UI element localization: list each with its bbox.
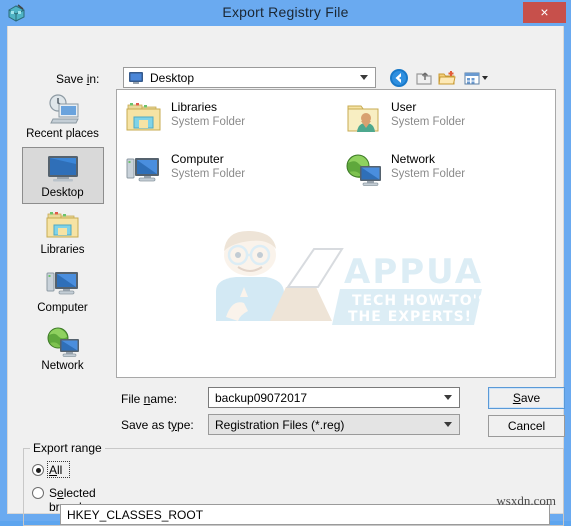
file-name: Libraries <box>171 100 218 114</box>
cancel-button[interactable]: Cancel <box>488 415 565 437</box>
file-type: System Folder <box>391 168 466 180</box>
save-in-value: Desktop <box>150 71 195 85</box>
views-icon[interactable] <box>463 68 491 88</box>
back-icon[interactable] <box>389 68 409 88</box>
up-one-level-icon[interactable] <box>414 68 434 88</box>
place-item-network[interactable]: Network <box>22 321 104 378</box>
save-in-label: Save in: <box>56 72 100 86</box>
file-name: User <box>391 100 417 114</box>
computer-icon <box>125 152 163 188</box>
places-bar: Recent places Desktop Libraries Computer… <box>16 89 109 378</box>
libraries-folder-icon <box>125 100 163 136</box>
chevron-down-icon <box>360 75 368 80</box>
file-list[interactable]: APPUALS TECH HOW-TO'S FROM THE EXPERTS! <box>116 89 556 378</box>
title-bar: Export Registry File × <box>0 0 571 26</box>
place-item-desktop[interactable]: Desktop <box>21 147 104 204</box>
appuals-watermark: APPUALS TECH HOW-TO'S FROM THE EXPERTS! <box>192 225 544 330</box>
libraries-icon <box>22 208 104 244</box>
save-button[interactable]: Save <box>488 387 565 409</box>
chevron-down-icon[interactable] <box>444 422 452 427</box>
save-as-type-label: Save as type: <box>121 418 194 432</box>
file-item[interactable]: Computer System Folder <box>121 148 326 193</box>
place-label: Desktop <box>41 187 84 199</box>
recent-places-icon <box>22 92 104 128</box>
file-item[interactable]: User System Folder <box>341 96 546 141</box>
dialog-client-area: Save in: Desktop Recent places Desktop L… <box>7 26 565 526</box>
file-item[interactable]: Network System Folder <box>341 148 546 193</box>
file-type: System Folder <box>391 116 466 128</box>
file-type: System Folder <box>171 168 246 180</box>
place-label: Libraries <box>40 244 85 256</box>
selected-branch-value: HKEY_CLASSES_ROOT <box>67 508 204 522</box>
file-name-label: File name: <box>121 392 178 406</box>
export-registry-file-dialog: Export Registry File × Save in: Desktop <box>0 0 571 526</box>
save-as-type-combobox[interactable]: Registration Files (*.reg) <box>208 414 460 435</box>
place-item-recent-places[interactable]: Recent places <box>22 89 104 146</box>
desktop-icon <box>129 72 143 84</box>
place-item-libraries[interactable]: Libraries <box>22 205 104 262</box>
network-icon <box>345 152 383 188</box>
selected-branch-input[interactable]: HKEY_CLASSES_ROOT <box>60 504 550 525</box>
radio-button-icon <box>32 464 44 476</box>
svg-text:APPUALS: APPUALS <box>344 252 482 292</box>
focus-indicator <box>47 461 70 478</box>
window-title: Export Registry File <box>222 4 349 20</box>
file-item[interactable]: Libraries System Folder <box>121 96 326 141</box>
network-icon <box>22 324 104 360</box>
place-label: Recent places <box>26 128 99 140</box>
file-name-input[interactable]: backup09072017 <box>208 387 460 408</box>
new-folder-icon[interactable] <box>437 68 457 88</box>
computer-icon <box>22 266 104 302</box>
close-button[interactable]: × <box>523 2 566 23</box>
file-name-value: backup09072017 <box>215 391 308 405</box>
chevron-down-icon[interactable] <box>444 395 452 400</box>
place-item-computer[interactable]: Computer <box>22 263 104 320</box>
export-range-title: Export range <box>30 441 105 455</box>
svg-text:THE EXPERTS!: THE EXPERTS! <box>348 309 472 325</box>
place-label: Computer <box>37 302 88 314</box>
file-name: Network <box>391 152 436 166</box>
file-type: System Folder <box>171 116 246 128</box>
place-label: Network <box>41 360 84 372</box>
radio-button-icon <box>32 487 44 499</box>
user-folder-icon <box>345 100 383 136</box>
site-watermark: wsxdn.com <box>496 493 556 508</box>
desktop-icon <box>23 151 103 187</box>
save-in-combobox[interactable]: Desktop <box>123 67 376 88</box>
svg-text:TECH HOW-TO'S FROM: TECH HOW-TO'S FROM <box>352 293 482 309</box>
save-as-type-value: Registration Files (*.reg) <box>215 418 345 432</box>
file-name: Computer <box>171 152 224 166</box>
